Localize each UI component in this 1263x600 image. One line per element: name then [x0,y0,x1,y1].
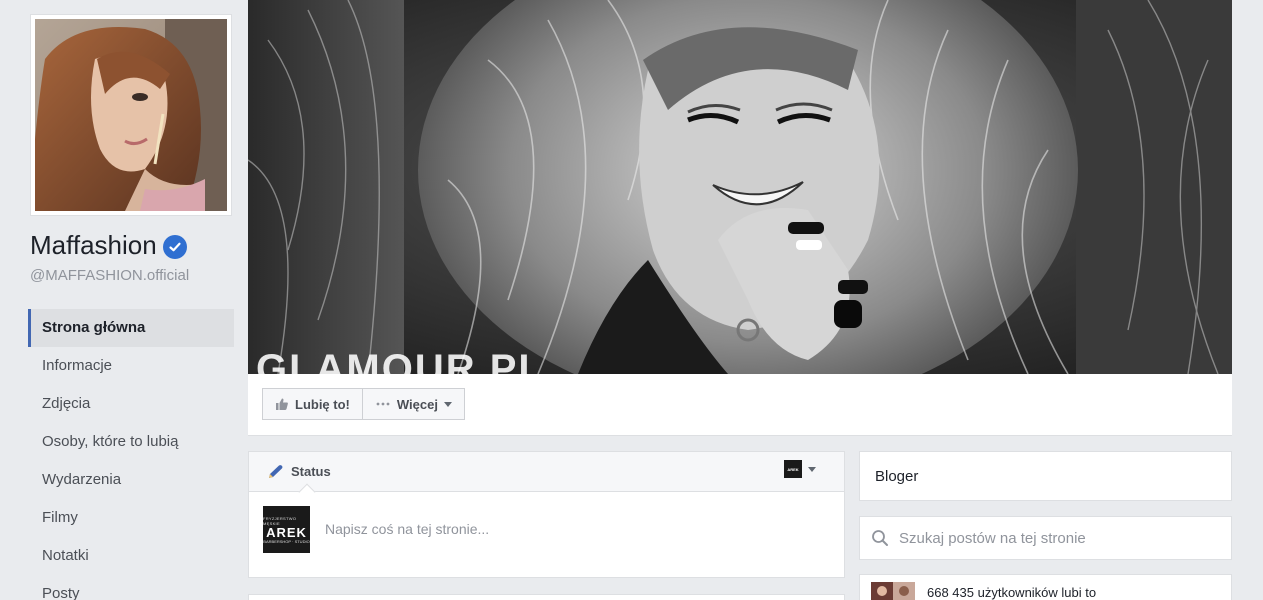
nav-item-notes[interactable]: Notatki [28,537,234,575]
verified-badge-icon [162,234,187,259]
search-icon [871,529,889,547]
left-column: Maffashion @MAFFASHION.official Strona g… [28,0,234,600]
avatar-bottom-text: BARBERSHOP · STUDIO [263,538,310,544]
nav-item-likes[interactable]: Osoby, które to lubią [28,423,234,461]
cover-watermark: GLAMOUR.PL [256,347,545,374]
more-button-label: Więcej [396,396,438,412]
composer-header: Status AREK [249,452,844,501]
cover-image [248,0,1232,374]
post-as-avatar: AREK [784,460,802,478]
nav-item-videos[interactable]: Filmy [28,499,234,537]
ellipsis-icon [375,397,391,411]
page-action-bar: Lubię to! Więcej [248,374,1232,436]
user-avatar[interactable]: FRYZJERSTWO MĘSKIE AREK BARBERSHOP · STU… [263,506,310,553]
search-posts-input[interactable] [899,529,1219,547]
page-navigation: Strona główna Informacje Zdjęcia Osoby, … [28,309,234,600]
likes-summary-card: 668 435 użytkowników lubi to [859,574,1232,600]
nav-item-home[interactable]: Strona główna [28,309,234,347]
post-composer: Status AREK FRYZJERSTWO MĘSKIE AREK BARB… [248,451,845,578]
like-button-label: Lubię to! [295,396,350,412]
nav-item-events[interactable]: Wydarzenia [28,461,234,499]
cover-photo[interactable]: GLAMOUR.PL [248,0,1232,374]
nav-item-posts[interactable]: Posty [28,575,234,600]
page-action-buttons: Lubię to! Więcej [262,388,465,420]
avatar-top-text: FRYZJERSTWO MĘSKIE [263,515,297,526]
caret-down-icon [808,466,816,472]
composer-body: FRYZJERSTWO MĘSKIE AREK BARBERSHOP · STU… [263,506,805,553]
caret-down-icon [443,401,452,407]
like-page-button[interactable]: Lubię to! [262,388,363,420]
page-search-card [859,516,1232,560]
avatar-name-text: AREK [266,524,307,540]
profile-picture[interactable] [30,14,232,216]
page-category[interactable]: Bloger [875,468,918,485]
post-as-selector[interactable]: AREK [784,460,816,478]
thumbs-up-icon [275,397,289,411]
nav-item-photos[interactable]: Zdjęcia [28,385,234,423]
next-feed-card [248,594,845,600]
page-handle[interactable]: @MAFFASHION.official [30,267,189,284]
page-name-text: Maffashion [30,230,157,260]
status-tab[interactable]: Status [291,464,331,479]
likes-count-text[interactable]: 668 435 użytkowników lubi to [927,585,1096,600]
page-category-card: Bloger [859,451,1232,501]
likes-friends-thumbnails [871,582,915,600]
page-title: Maffashion [30,230,187,261]
composer-tab-notch [298,483,316,501]
pencil-icon [267,464,285,480]
nav-item-about[interactable]: Informacje [28,347,234,385]
post-input[interactable] [325,521,805,537]
profile-photo [35,19,227,211]
more-button[interactable]: Więcej [362,388,465,420]
